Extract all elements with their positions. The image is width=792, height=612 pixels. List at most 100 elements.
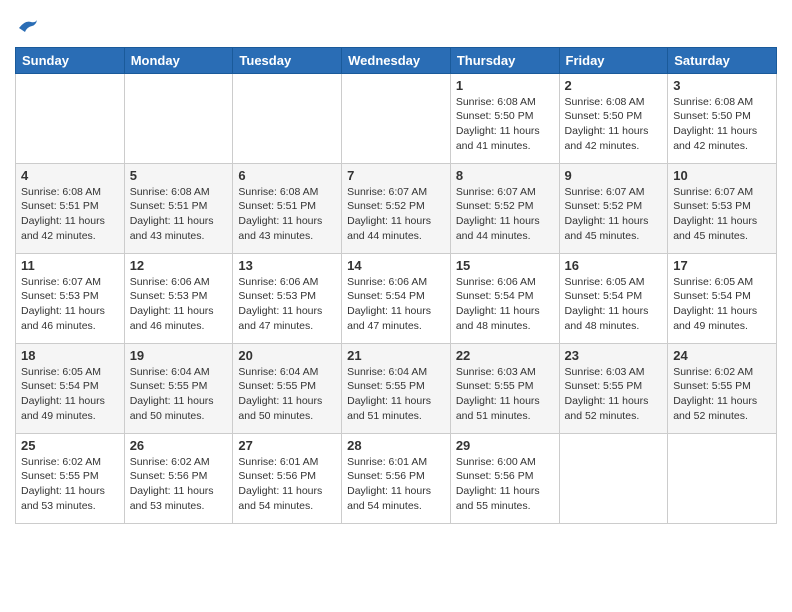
day-number: 27 xyxy=(238,438,336,453)
day-number: 28 xyxy=(347,438,445,453)
day-info: Sunrise: 6:04 AMSunset: 5:55 PMDaylight:… xyxy=(347,365,445,424)
page-header xyxy=(15,10,777,41)
calendar-cell: 11 Sunrise: 6:07 AMSunset: 5:53 PMDayligh… xyxy=(16,253,125,343)
calendar-cell: 16 Sunrise: 6:05 AMSunset: 5:54 PMDayligh… xyxy=(559,253,668,343)
day-info: Sunrise: 6:00 AMSunset: 5:56 PMDaylight:… xyxy=(456,455,554,514)
calendar-cell: 27Sunrise: 6:01 AMSunset: 5:56 PMDayligh… xyxy=(233,433,342,523)
calendar-cell xyxy=(124,73,233,163)
calendar-cell: 1 Sunrise: 6:08 AMSunset: 5:50 PMDaylight… xyxy=(450,73,559,163)
day-info: Sunrise: 6:07 AMSunset: 5:52 PMDaylight:… xyxy=(565,185,663,244)
day-info: Sunrise: 6:03 AMSunset: 5:55 PMDaylight:… xyxy=(456,365,554,424)
day-number: 6 xyxy=(238,168,336,183)
day-number: 16 xyxy=(565,258,663,273)
day-number: 17 xyxy=(673,258,771,273)
calendar-week-row: 4 Sunrise: 6:08 AMSunset: 5:51 PMDaylight… xyxy=(16,163,777,253)
day-info: Sunrise: 6:07 AMSunset: 5:53 PMDaylight:… xyxy=(21,275,119,334)
calendar-week-row: 25 Sunrise: 6:02 AMSunset: 5:55 PMDayligh… xyxy=(16,433,777,523)
weekday-header-monday: Monday xyxy=(124,47,233,73)
calendar-cell: 14 Sunrise: 6:06 AMSunset: 5:54 PMDayligh… xyxy=(342,253,451,343)
day-info: Sunrise: 6:02 AMSunset: 5:55 PMDaylight:… xyxy=(21,455,119,514)
day-info: Sunrise: 6:05 AMSunset: 5:54 PMDaylight:… xyxy=(565,275,663,334)
day-info: Sunrise: 6:04 AMSunset: 5:55 PMDaylight:… xyxy=(130,365,228,424)
calendar-header-row: SundayMondayTuesdayWednesdayThursdayFrid… xyxy=(16,47,777,73)
day-number: 14 xyxy=(347,258,445,273)
day-number: 1 xyxy=(456,78,554,93)
calendar-cell: 25 Sunrise: 6:02 AMSunset: 5:55 PMDayligh… xyxy=(16,433,125,523)
day-number: 12 xyxy=(130,258,228,273)
calendar-cell: 12 Sunrise: 6:06 AMSunset: 5:53 PMDayligh… xyxy=(124,253,233,343)
day-info: Sunrise: 6:08 AMSunset: 5:50 PMDaylight:… xyxy=(673,95,771,154)
calendar-cell: 7 Sunrise: 6:07 AMSunset: 5:52 PMDaylight… xyxy=(342,163,451,253)
day-info: Sunrise: 6:03 AMSunset: 5:55 PMDaylight:… xyxy=(565,365,663,424)
calendar-cell xyxy=(16,73,125,163)
day-info: Sunrise: 6:02 AMSunset: 5:55 PMDaylight:… xyxy=(673,365,771,424)
day-info: Sunrise: 6:07 AMSunset: 5:52 PMDaylight:… xyxy=(347,185,445,244)
day-number: 7 xyxy=(347,168,445,183)
day-number: 22 xyxy=(456,348,554,363)
day-number: 19 xyxy=(130,348,228,363)
calendar-cell: 20 Sunrise: 6:04 AMSunset: 5:55 PMDayligh… xyxy=(233,343,342,433)
calendar-cell: 6 Sunrise: 6:08 AMSunset: 5:51 PMDaylight… xyxy=(233,163,342,253)
weekday-header-friday: Friday xyxy=(559,47,668,73)
calendar-cell: 4 Sunrise: 6:08 AMSunset: 5:51 PMDaylight… xyxy=(16,163,125,253)
day-info: Sunrise: 6:05 AMSunset: 5:54 PMDaylight:… xyxy=(21,365,119,424)
day-info: Sunrise: 6:05 AMSunset: 5:54 PMDaylight:… xyxy=(673,275,771,334)
day-info: Sunrise: 6:04 AMSunset: 5:55 PMDaylight:… xyxy=(238,365,336,424)
day-info: Sunrise: 6:08 AMSunset: 5:51 PMDaylight:… xyxy=(130,185,228,244)
day-number: 5 xyxy=(130,168,228,183)
calendar-cell xyxy=(233,73,342,163)
day-info: Sunrise: 6:06 AMSunset: 5:53 PMDaylight:… xyxy=(130,275,228,334)
calendar-cell: 28 Sunrise: 6:01 AMSunset: 5:56 PMDayligh… xyxy=(342,433,451,523)
weekday-header-thursday: Thursday xyxy=(450,47,559,73)
day-number: 25 xyxy=(21,438,119,453)
calendar-cell xyxy=(559,433,668,523)
weekday-header-wednesday: Wednesday xyxy=(342,47,451,73)
calendar-cell: 9 Sunrise: 6:07 AMSunset: 5:52 PMDaylight… xyxy=(559,163,668,253)
day-info: Sunrise: 6:08 AMSunset: 5:51 PMDaylight:… xyxy=(238,185,336,244)
day-number: 18 xyxy=(21,348,119,363)
day-info: Sunrise: 6:07 AMSunset: 5:52 PMDaylight:… xyxy=(456,185,554,244)
calendar-cell: 18 Sunrise: 6:05 AMSunset: 5:54 PMDayligh… xyxy=(16,343,125,433)
day-number: 15 xyxy=(456,258,554,273)
day-info: Sunrise: 6:07 AMSunset: 5:53 PMDaylight:… xyxy=(673,185,771,244)
calendar-cell: 26 Sunrise: 6:02 AMSunset: 5:56 PMDayligh… xyxy=(124,433,233,523)
day-number: 23 xyxy=(565,348,663,363)
calendar-cell: 3 Sunrise: 6:08 AMSunset: 5:50 PMDaylight… xyxy=(668,73,777,163)
day-number: 26 xyxy=(130,438,228,453)
day-number: 24 xyxy=(673,348,771,363)
day-info: Sunrise: 6:08 AMSunset: 5:50 PMDaylight:… xyxy=(565,95,663,154)
calendar-cell: 13 Sunrise: 6:06 AMSunset: 5:53 PMDayligh… xyxy=(233,253,342,343)
calendar-cell: 10 Sunrise: 6:07 AMSunset: 5:53 PMDayligh… xyxy=(668,163,777,253)
logo-bird-icon xyxy=(17,18,39,36)
calendar-cell xyxy=(342,73,451,163)
day-number: 8 xyxy=(456,168,554,183)
day-number: 9 xyxy=(565,168,663,183)
calendar-week-row: 1 Sunrise: 6:08 AMSunset: 5:50 PMDaylight… xyxy=(16,73,777,163)
calendar-table: SundayMondayTuesdayWednesdayThursdayFrid… xyxy=(15,47,777,524)
day-number: 11 xyxy=(21,258,119,273)
day-info: Sunrise: 6:06 AMSunset: 5:53 PMDaylight:… xyxy=(238,275,336,334)
weekday-header-tuesday: Tuesday xyxy=(233,47,342,73)
day-number: 3 xyxy=(673,78,771,93)
day-info: Sunrise: 6:08 AMSunset: 5:50 PMDaylight:… xyxy=(456,95,554,154)
calendar-cell: 23 Sunrise: 6:03 AMSunset: 5:55 PMDayligh… xyxy=(559,343,668,433)
day-number: 13 xyxy=(238,258,336,273)
day-number: 10 xyxy=(673,168,771,183)
calendar-cell: 22 Sunrise: 6:03 AMSunset: 5:55 PMDayligh… xyxy=(450,343,559,433)
calendar-cell: 5 Sunrise: 6:08 AMSunset: 5:51 PMDaylight… xyxy=(124,163,233,253)
calendar-week-row: 18 Sunrise: 6:05 AMSunset: 5:54 PMDayligh… xyxy=(16,343,777,433)
day-number: 20 xyxy=(238,348,336,363)
day-info: Sunrise: 6:02 AMSunset: 5:56 PMDaylight:… xyxy=(130,455,228,514)
day-info: Sunrise: 6:06 AMSunset: 5:54 PMDaylight:… xyxy=(347,275,445,334)
day-number: 21 xyxy=(347,348,445,363)
day-number: 4 xyxy=(21,168,119,183)
day-info: Sunrise: 6:08 AMSunset: 5:51 PMDaylight:… xyxy=(21,185,119,244)
calendar-cell: 21 Sunrise: 6:04 AMSunset: 5:55 PMDayligh… xyxy=(342,343,451,433)
weekday-header-saturday: Saturday xyxy=(668,47,777,73)
calendar-cell: 8 Sunrise: 6:07 AMSunset: 5:52 PMDaylight… xyxy=(450,163,559,253)
calendar-week-row: 11 Sunrise: 6:07 AMSunset: 5:53 PMDayligh… xyxy=(16,253,777,343)
calendar-cell: 15Sunrise: 6:06 AMSunset: 5:54 PMDayligh… xyxy=(450,253,559,343)
calendar-cell: 17 Sunrise: 6:05 AMSunset: 5:54 PMDayligh… xyxy=(668,253,777,343)
calendar-cell: 2Sunrise: 6:08 AMSunset: 5:50 PMDaylight… xyxy=(559,73,668,163)
day-info: Sunrise: 6:01 AMSunset: 5:56 PMDaylight:… xyxy=(347,455,445,514)
